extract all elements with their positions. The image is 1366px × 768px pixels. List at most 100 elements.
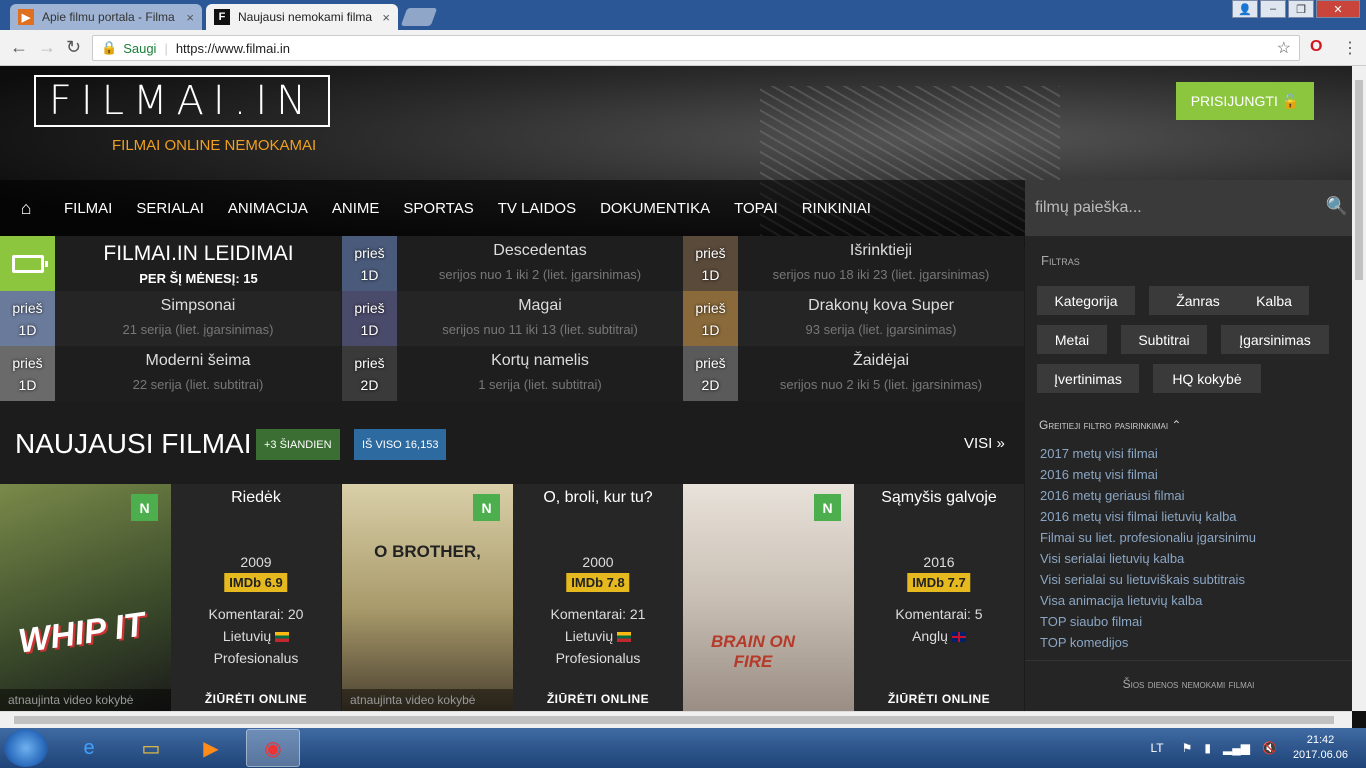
- new-tab-button[interactable]: [400, 8, 438, 26]
- clock[interactable]: 21:42 2017.06.06: [1293, 733, 1348, 763]
- scroll-thumb[interactable]: [1355, 80, 1363, 280]
- search-icon[interactable]: 🔍: [1326, 196, 1348, 217]
- quick-link[interactable]: TOP siaubo filmai: [1040, 611, 1256, 632]
- movie-title[interactable]: Riedėk: [171, 489, 341, 507]
- nav-item-topai[interactable]: TOPAI: [734, 200, 778, 217]
- minimize-button[interactable]: –: [1260, 0, 1286, 18]
- nav-item-sportas[interactable]: SPORTAS: [403, 200, 473, 217]
- filter-kalba[interactable]: Kalba: [1239, 286, 1309, 315]
- filter-zanras[interactable]: Žanras: [1149, 286, 1247, 315]
- filter-subtitrai[interactable]: Subtitrai: [1121, 325, 1207, 354]
- menu-icon[interactable]: ⋮: [1342, 38, 1358, 58]
- scroll-thumb[interactable]: [14, 716, 1334, 724]
- movie-info: Riedėk 2009 IMDb 6.9 Komentarai: 20 Liet…: [171, 484, 341, 711]
- media-player-icon[interactable]: ▶: [184, 729, 238, 767]
- quick-link[interactable]: Filmai su liet. profesionaliu įgarsinimu: [1040, 527, 1256, 548]
- start-button[interactable]: [4, 729, 48, 767]
- maximize-button[interactable]: ❐: [1288, 0, 1314, 18]
- close-tab-icon[interactable]: ×: [382, 10, 390, 25]
- signal-icon[interactable]: ▂▄▆: [1223, 741, 1250, 755]
- movie-poster[interactable]: BRAIN ON FIRE N: [683, 484, 854, 711]
- vertical-scrollbar[interactable]: [1352, 66, 1366, 711]
- quick-link[interactable]: Visi serialai lietuvių kalba: [1040, 548, 1256, 569]
- release-subtitle: 1 serija (liet. subtitrai): [478, 377, 602, 392]
- release-item[interactable]: prieš 1D Išrinktieji serijos nuo 18 iki 2…: [683, 236, 1024, 291]
- quick-link[interactable]: 2016 metų visi filmai lietuvių kalba: [1040, 506, 1256, 527]
- reload-icon[interactable]: ↻: [66, 37, 81, 58]
- watch-online-button[interactable]: ŽIŪRĖTI ONLINE: [854, 692, 1024, 706]
- chrome-icon[interactable]: ◉: [246, 729, 300, 767]
- internet-explorer-icon[interactable]: e: [62, 729, 116, 767]
- bookmark-star-icon[interactable]: ☆: [1277, 38, 1291, 58]
- quick-link[interactable]: 2017 metų visi filmai: [1040, 443, 1256, 464]
- filter-metai[interactable]: Metai: [1037, 325, 1107, 354]
- nav-item-dokumentika[interactable]: DOKUMENTIKA: [600, 200, 710, 217]
- movie-language: Lietuvių: [513, 628, 683, 644]
- nav-item-anime[interactable]: ANIME: [332, 200, 380, 217]
- tab-title: Apie filmu portala - Filma: [42, 10, 175, 24]
- poster-title: O BROTHER,: [374, 542, 481, 561]
- search-input[interactable]: [1035, 194, 1325, 222]
- nav-item-serialai[interactable]: SERIALAI: [136, 200, 204, 217]
- horizontal-scrollbar[interactable]: [0, 711, 1352, 728]
- url-field[interactable]: 🔒 Saugi | https://www.filmai.in ☆: [92, 35, 1300, 61]
- tab-newest[interactable]: F Naujausi nemokami filma ×: [206, 4, 398, 30]
- movie-card[interactable]: WHIP IT N atnaujinta video kokybė Riedėk…: [0, 484, 341, 711]
- release-item[interactable]: prieš 2D Žaidėjai serijos nuo 2 iki 5 (li…: [683, 346, 1024, 401]
- quick-link[interactable]: TOP komedijos: [1040, 632, 1256, 653]
- release-item[interactable]: prieš 2D Kortų namelis 1 serija (liet. su…: [342, 346, 683, 401]
- nav-item-animacija[interactable]: ANIMACIJA: [228, 200, 308, 217]
- watch-online-button[interactable]: ŽIŪRĖTI ONLINE: [513, 692, 683, 706]
- filter-kategorija[interactable]: Kategorija: [1037, 286, 1135, 315]
- volume-icon[interactable]: 🔇: [1262, 741, 1277, 755]
- quick-link[interactable]: Visa animacija lietuvių kalba: [1040, 590, 1256, 611]
- movie-card[interactable]: BRAIN ON FIRE N Sąmyšis galvoje 2016 IMD…: [683, 484, 1024, 711]
- movie-card[interactable]: O BROTHER, N atnaujinta video kokybė O, …: [342, 484, 683, 711]
- movie-title[interactable]: O, broli, kur tu?: [513, 489, 683, 507]
- language-indicator[interactable]: LT: [1151, 741, 1164, 755]
- quick-link[interactable]: 2016 metų geriausi filmai: [1040, 485, 1256, 506]
- tab-about[interactable]: ▶ Apie filmu portala - Filma ×: [10, 4, 202, 30]
- release-title: Moderni šeima: [145, 352, 251, 369]
- watch-online-button[interactable]: ŽIŪRĖTI ONLINE: [171, 692, 341, 706]
- poster-title: BRAIN ON FIRE: [710, 632, 796, 671]
- release-item[interactable]: prieš 1D Drakonų kova Super 93 serija (li…: [683, 291, 1024, 346]
- new-badge: N: [814, 494, 841, 521]
- filter-sidebar: Filtras Kategorija Žanras Kalba Metai Su…: [1025, 236, 1352, 711]
- battery-icon[interactable]: ▮: [1204, 741, 1211, 755]
- home-icon[interactable]: ⌂: [0, 198, 52, 219]
- file-explorer-icon[interactable]: ▭: [124, 729, 178, 767]
- nav-item-tv-laidos[interactable]: TV LAIDOS: [498, 200, 576, 217]
- nav-item-rinkiniai[interactable]: RINKINIAI: [802, 200, 871, 217]
- release-item[interactable]: prieš 1D Simpsonai 21 serija (liet. įgars…: [0, 291, 341, 346]
- flag-icon[interactable]: ⚑: [1182, 741, 1193, 755]
- site-logo[interactable]: FILMAI.IN: [34, 75, 330, 127]
- close-window-button[interactable]: ✕: [1316, 0, 1360, 18]
- movie-poster[interactable]: WHIP IT N atnaujinta video kokybė: [0, 484, 171, 711]
- today-badge: +3 ŠIANDIEN: [256, 429, 340, 460]
- quick-link[interactable]: Visi serialai su lietuviškais subtitrais: [1040, 569, 1256, 590]
- close-tab-icon[interactable]: ×: [186, 10, 194, 25]
- login-button[interactable]: PRISIJUNGTI 🔓: [1176, 82, 1314, 120]
- release-subtitle: serijos nuo 1 iki 2 (liet. įgarsinimas): [438, 267, 642, 282]
- forward-icon[interactable]: →: [38, 37, 56, 58]
- opera-extension-icon[interactable]: O: [1310, 38, 1322, 56]
- quick-link[interactable]: 2016 metų visi filmai: [1040, 464, 1256, 485]
- total-badge: IŠ VISO 16,153: [354, 429, 447, 460]
- release-item[interactable]: prieš 1D Descedentas serijos nuo 1 iki 2 …: [342, 236, 683, 291]
- profile-icon[interactable]: 👤: [1232, 0, 1258, 18]
- filter-hq-kokybe[interactable]: HQ kokybė: [1153, 364, 1261, 393]
- quick-filters-toggle[interactable]: Greitieji filtro pasirinkimai ⌃: [1039, 418, 1181, 432]
- quick-filter-links: 2017 metų visi filmai 2016 metų visi fil…: [1040, 443, 1256, 653]
- main-navigation: ⌂ FILMAI SERIALAI ANIMACIJA ANIME SPORTA…: [0, 180, 1025, 236]
- view-all-link[interactable]: VISI »: [964, 435, 1005, 452]
- filter-ivertinimas[interactable]: Įvertinimas: [1037, 364, 1139, 393]
- lithuania-flag-icon: [275, 632, 290, 643]
- filter-igarsinimas[interactable]: Įgarsinimas: [1221, 325, 1329, 354]
- movie-title[interactable]: Sąmyšis galvoje: [854, 489, 1024, 507]
- movie-poster[interactable]: O BROTHER, N atnaujinta video kokybė: [342, 484, 513, 711]
- back-icon[interactable]: ←: [10, 37, 28, 58]
- release-item[interactable]: prieš 1D Magai serijos nuo 11 iki 13 (lie…: [342, 291, 683, 346]
- nav-item-filmai[interactable]: FILMAI: [64, 200, 112, 217]
- release-item[interactable]: prieš 1D Moderni šeima 22 serija (liet. s…: [0, 346, 341, 401]
